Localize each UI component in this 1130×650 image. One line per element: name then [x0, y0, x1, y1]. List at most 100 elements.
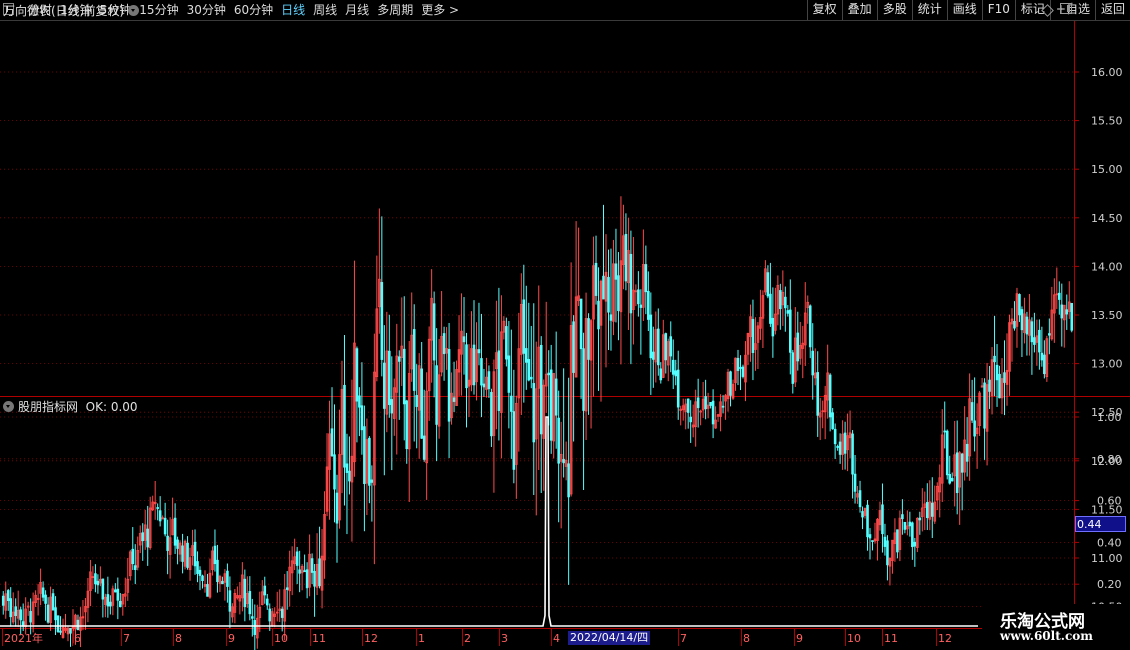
candle-body	[422, 435, 426, 460]
candle-body	[505, 326, 508, 360]
candle-body	[594, 262, 598, 296]
candle-body	[945, 430, 949, 476]
candle-body	[343, 384, 346, 468]
candle-body	[201, 575, 204, 582]
candle-body	[333, 454, 336, 490]
candle-body	[901, 514, 904, 520]
candle-body	[587, 318, 590, 360]
candle-body	[54, 607, 57, 621]
candle-body	[472, 344, 476, 386]
candle-body	[116, 588, 120, 601]
candle-body	[370, 479, 374, 483]
candle-body	[303, 570, 306, 573]
candle-body	[510, 395, 513, 412]
candle-body	[833, 428, 837, 445]
candle-body	[158, 510, 162, 522]
candle-body	[76, 619, 80, 631]
candle-body	[659, 368, 663, 381]
time-label: 12	[938, 632, 952, 645]
candle-body	[579, 298, 583, 350]
candle-body	[388, 350, 391, 406]
time-label: 9	[228, 632, 235, 645]
candle-body	[609, 314, 613, 321]
candle-body	[644, 264, 648, 293]
candle-body	[490, 391, 493, 437]
candle-body	[1040, 352, 1044, 361]
candle-body	[345, 463, 349, 473]
candle-body	[298, 569, 301, 574]
candle-body	[1038, 329, 1041, 353]
candle-body	[318, 558, 321, 587]
candle-body	[497, 350, 501, 411]
price-tick-label: 14.50	[1091, 212, 1123, 225]
title-dropdown-icon[interactable]	[128, 5, 140, 16]
candle-body	[669, 336, 673, 357]
candle-body	[629, 253, 633, 314]
candle-body	[1020, 309, 1024, 331]
candle-body	[647, 290, 650, 320]
candle-body	[1065, 309, 1069, 315]
candle-body	[913, 541, 917, 547]
time-label: 10	[274, 632, 288, 645]
candle-body	[686, 398, 690, 413]
candle-body	[51, 593, 55, 611]
candle-body	[711, 400, 715, 425]
candle-body	[310, 558, 314, 573]
candle-body	[383, 362, 386, 409]
candle-body	[6, 590, 10, 601]
candle-body	[973, 420, 976, 437]
time-label: 11	[884, 632, 898, 645]
candle-body	[721, 405, 725, 408]
candle-body	[313, 570, 316, 587]
price-tick-label: 15.50	[1091, 115, 1123, 128]
time-label: 10	[847, 632, 861, 645]
candle-body	[432, 303, 436, 361]
indicator-tick-label: 0.40	[1097, 536, 1122, 549]
candle-body	[435, 365, 438, 425]
candle-body	[617, 275, 620, 311]
candle-body	[46, 604, 50, 623]
indicator-dropdown-icon[interactable]	[3, 401, 14, 412]
candle-body	[1030, 321, 1034, 343]
price-tick-label: 15.00	[1091, 163, 1123, 176]
candle-body	[896, 529, 899, 553]
candle-body	[56, 615, 60, 632]
candle-body	[141, 532, 145, 542]
candle-body	[176, 539, 179, 549]
candle-body	[94, 573, 97, 585]
candle-body	[652, 351, 655, 360]
candle-body	[213, 545, 217, 565]
candle-body	[193, 541, 197, 567]
candle-body	[965, 443, 969, 462]
candle-body	[784, 296, 787, 309]
time-label: 8	[175, 632, 182, 645]
candle-body	[838, 441, 842, 455]
candle-body	[507, 355, 511, 393]
kline-chart[interactable]: 16.0015.5015.0014.5014.0013.5013.0012.50…	[0, 0, 1130, 650]
candle-body	[529, 376, 533, 380]
price-tick-label: 14.00	[1091, 260, 1123, 273]
candle-body	[198, 569, 202, 576]
price-tick-label: 11.00	[1091, 552, 1123, 565]
candle-body	[59, 630, 62, 633]
candle-body	[709, 402, 712, 406]
candle-body	[1013, 320, 1016, 329]
candle-body	[925, 502, 929, 519]
candle-body	[360, 405, 364, 431]
candle-body	[736, 357, 740, 371]
candle-body	[101, 578, 105, 600]
candle-body	[983, 382, 986, 429]
candle-body	[263, 585, 267, 596]
candle-body	[482, 383, 486, 388]
candle-body	[181, 545, 184, 562]
candle-body	[1060, 304, 1064, 319]
candle-body	[881, 504, 884, 535]
price-tick-label: 13.00	[1091, 358, 1123, 371]
window-toggle-icon[interactable]	[1060, 3, 1072, 14]
candle-body	[44, 594, 47, 604]
candle-body	[771, 317, 775, 337]
stock-title-text: 万向德农(日线,前复权)	[3, 4, 125, 18]
candle-body	[1018, 294, 1021, 316]
time-label: 2	[464, 632, 471, 645]
main-chart-title: 万向德农(日线,前复权)	[3, 2, 140, 19]
